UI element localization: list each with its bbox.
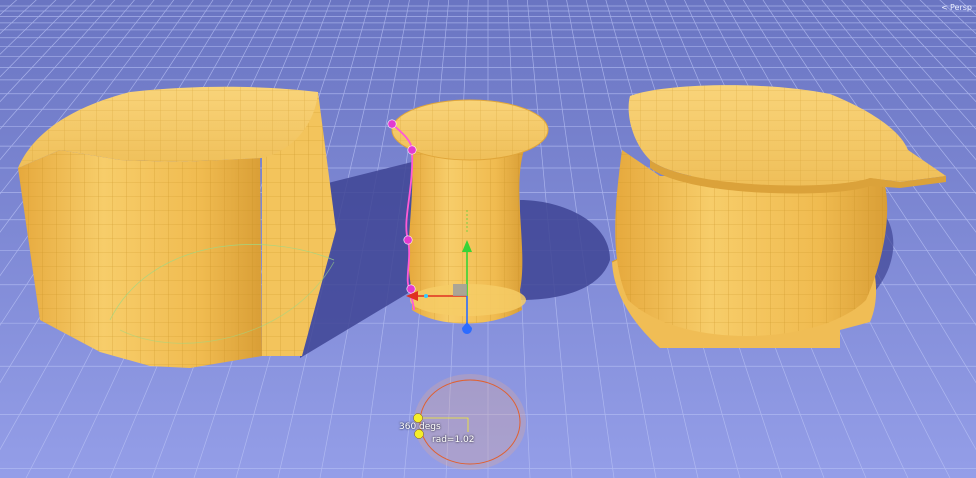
profile-control-point[interactable] [407, 145, 417, 155]
camera-arrow-icon: < [941, 3, 948, 12]
radius-readout: rad=1.02 [432, 435, 475, 445]
angle-readout: 360 degs [399, 422, 441, 432]
gizmo-center-handle[interactable] [424, 294, 428, 298]
profile-control-point[interactable] [406, 284, 416, 294]
profile-control-point[interactable] [387, 119, 397, 129]
projection-toggle[interactable]: < Persp [941, 3, 972, 12]
gizmo-plane-handle[interactable] [453, 284, 467, 296]
scene-viewport[interactable]: 360 degs rad=1.02 < Persp [0, 0, 976, 478]
profile-control-point[interactable] [403, 235, 413, 245]
projection-label: Persp [950, 3, 972, 12]
3d-scene[interactable] [0, 0, 976, 478]
